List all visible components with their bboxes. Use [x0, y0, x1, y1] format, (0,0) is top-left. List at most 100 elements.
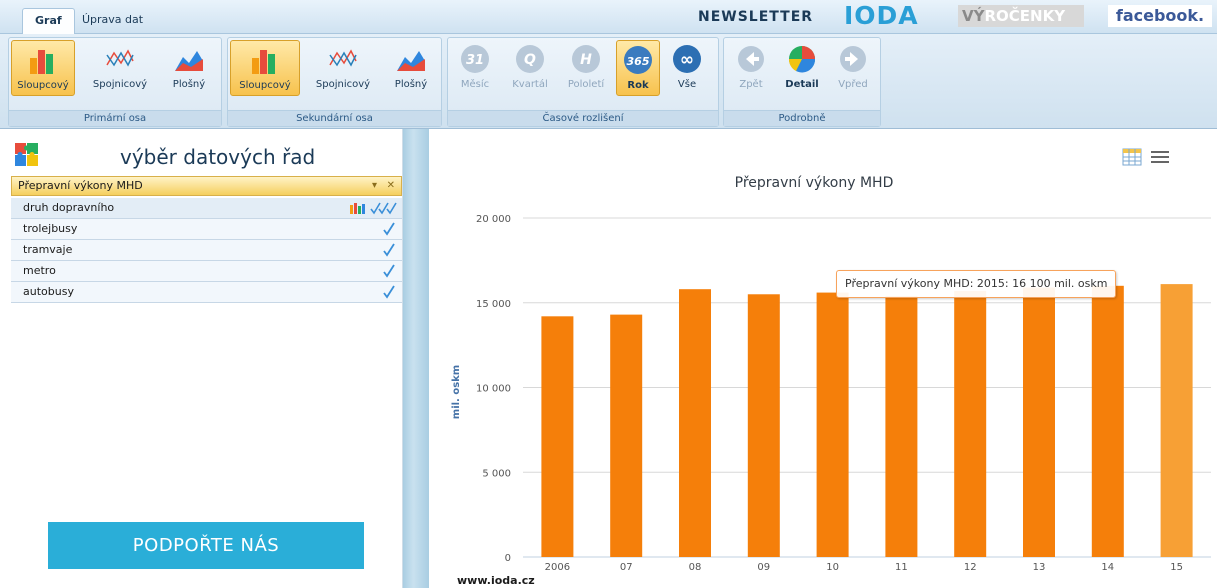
- primary-area-button[interactable]: Plošný: [159, 40, 219, 96]
- primary-line-label: Spojnicový: [92, 79, 148, 90]
- series-row-label: autobusy: [23, 285, 74, 298]
- y-tick-label: 15 000: [476, 299, 511, 310]
- secondary-area-label: Plošný: [394, 79, 428, 90]
- primary-line-button[interactable]: Spojnicový: [85, 40, 155, 96]
- arrow-right-icon: [840, 46, 866, 72]
- bar-chart-icon[interactable]: [350, 202, 368, 214]
- svg-text:31: 31: [466, 53, 484, 68]
- puzzle-icon: [15, 143, 38, 166]
- bar[interactable]: [1091, 285, 1124, 557]
- bar[interactable]: [610, 314, 643, 557]
- x-tick-label: 14: [1101, 562, 1114, 573]
- series-group-row[interactable]: druh dopravního: [11, 198, 402, 219]
- ribbon-group-label-detail: Podrobně: [724, 110, 880, 126]
- series-group-label: druh dopravního: [23, 201, 115, 214]
- quarter-button[interactable]: Q Kvartál: [504, 40, 556, 96]
- bar[interactable]: [954, 290, 987, 557]
- bar[interactable]: [1160, 284, 1193, 557]
- vyrocenky-link-part2: ROČENKY: [984, 7, 1066, 25]
- x-tick-label: 12: [964, 562, 977, 573]
- tab-graf[interactable]: Graf: [22, 8, 75, 34]
- table-view-icon[interactable]: [1122, 148, 1142, 166]
- chart-bars: [541, 284, 1193, 557]
- check-all-icon[interactable]: [370, 201, 398, 215]
- y-tick-label: 20 000: [476, 214, 511, 225]
- checkmark-icon[interactable]: [382, 261, 396, 281]
- bar[interactable]: [679, 289, 711, 557]
- all-button[interactable]: ∞ Vše: [666, 40, 708, 96]
- svg-text:365: 365: [627, 55, 650, 68]
- secondary-bar-button[interactable]: Sloupcový: [230, 40, 300, 96]
- tab-strip: Graf Úprava dat NEWSLETTER IODA VÝROČENK…: [0, 0, 1217, 34]
- bar[interactable]: [747, 294, 780, 557]
- bar[interactable]: [541, 316, 574, 557]
- y-tick-label: 5 000: [482, 468, 511, 479]
- year-button[interactable]: 365 Rok: [616, 40, 660, 96]
- support-us-button[interactable]: PODPOŘTE NÁS: [48, 522, 364, 569]
- tab-uprava-dat[interactable]: Úprava dat: [70, 8, 155, 34]
- chart-tooltip: Přepravní výkony MHD: 2015: 16 100 mil. …: [836, 270, 1117, 298]
- chart-area: Přepravní výkony MHD 0 5 000 10 000 15 000 2…: [429, 129, 1217, 588]
- menu-icon[interactable]: [1151, 150, 1169, 164]
- y-axis-label: mil. oskm: [451, 365, 462, 419]
- series-row[interactable]: autobusy: [11, 282, 402, 303]
- vyrocenky-link-part1: VÝ: [962, 7, 985, 25]
- forward-button[interactable]: Vpřed: [830, 40, 876, 96]
- forward-label: Vpřed: [838, 79, 868, 90]
- checkmark-icon[interactable]: [382, 240, 396, 260]
- series-row-label: metro: [23, 264, 56, 277]
- facebook-link[interactable]: facebook.: [1108, 5, 1212, 27]
- x-tick-label: 15: [1170, 562, 1183, 573]
- secondary-area-button[interactable]: Plošný: [382, 40, 440, 96]
- newsletter-link[interactable]: NEWSLETTER: [698, 9, 813, 25]
- series-row[interactable]: tramvaje: [11, 240, 402, 261]
- detail-button[interactable]: Detail: [780, 40, 824, 96]
- ribbon-group-secondary-axis: Sloupcový Spojnicový Plošný Sekundární o…: [227, 37, 442, 127]
- ioda-logo[interactable]: IODA: [844, 3, 919, 29]
- vyrocenky-link[interactable]: VÝROČENKY: [958, 5, 1084, 27]
- x-tick-label: 09: [757, 562, 770, 573]
- svg-text:H: H: [580, 52, 592, 68]
- arrow-left-icon: [738, 46, 764, 72]
- secondary-line-label: Spojnicový: [315, 79, 371, 90]
- secondary-line-button[interactable]: Spojnicový: [308, 40, 378, 96]
- close-icon[interactable]: ✕: [387, 180, 395, 191]
- chevron-down-icon[interactable]: ▾: [372, 180, 377, 191]
- panel-title: výběr datových řad: [120, 145, 316, 169]
- ribbon-group-time-resolution: 31 Měsíc Q Kvartál H Pololetí 365 Rok ∞ …: [447, 37, 719, 127]
- bar[interactable]: [1023, 287, 1055, 557]
- x-axis-ticks: 2006 07 08 09 10 11 12 13 14 15: [545, 562, 1183, 573]
- quarter-label: Kvartál: [512, 79, 548, 90]
- svg-text:Q: Q: [524, 52, 536, 68]
- half-year-icon: H: [572, 45, 600, 73]
- ribbon: Sloupcový Spojnicový Plošný Primární osa: [0, 34, 1217, 129]
- series-selection-panel: výběr datových řad Přepravní výkony MHD …: [0, 129, 403, 588]
- x-tick-label: 08: [689, 562, 702, 573]
- ribbon-group-detail: Zpět Detail Vpřed Podrobně: [723, 37, 881, 127]
- secondary-bar-label: Sloupcový: [239, 80, 291, 91]
- series-dropdown-controls: ▾ ✕: [372, 177, 395, 195]
- area-chart-icon: [397, 51, 425, 71]
- y-axis-ticks: 0 5 000 10 000 15 000 20 000: [476, 214, 511, 564]
- series-dropdown[interactable]: Přepravní výkony MHD ▾ ✕: [11, 176, 402, 196]
- bar[interactable]: [885, 295, 918, 557]
- series-row[interactable]: trolejbusy: [11, 219, 402, 240]
- app-window: Graf Úprava dat NEWSLETTER IODA VÝROČENK…: [0, 0, 1217, 588]
- checkmark-icon[interactable]: [382, 282, 396, 302]
- month-button[interactable]: 31 Měsíc: [452, 40, 498, 96]
- checkmark-icon[interactable]: [382, 219, 396, 239]
- ribbon-group-label-time: Časové rozlišení: [448, 110, 718, 126]
- bar[interactable]: [816, 292, 849, 557]
- panel-splitter[interactable]: [403, 129, 429, 588]
- x-tick-label: 07: [620, 562, 633, 573]
- infinity-icon: ∞: [673, 45, 701, 73]
- series-row-label: tramvaje: [23, 243, 73, 256]
- credit-link[interactable]: www.ioda.cz: [457, 574, 535, 587]
- half-year-button[interactable]: H Pololetí: [560, 40, 612, 96]
- area-chart-icon: [175, 51, 203, 71]
- series-row[interactable]: metro: [11, 261, 402, 282]
- back-button[interactable]: Zpět: [728, 40, 774, 96]
- year-label: Rok: [627, 80, 649, 91]
- all-label: Vše: [677, 79, 697, 90]
- primary-bar-button[interactable]: Sloupcový: [11, 40, 75, 96]
